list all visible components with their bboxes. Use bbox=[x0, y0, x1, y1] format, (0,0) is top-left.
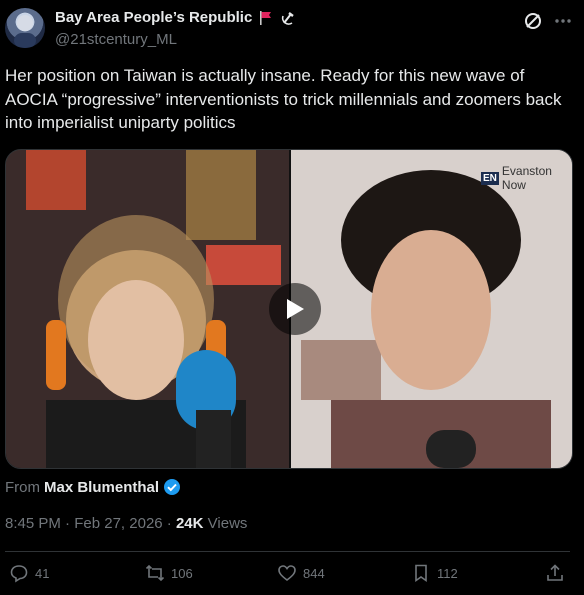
video-attribution: From Max Blumenthal bbox=[5, 478, 181, 496]
video-frame-right: EN Evanston Now bbox=[291, 150, 572, 468]
bookmark-button[interactable]: 112 bbox=[411, 563, 458, 583]
reply-button[interactable]: 41 bbox=[9, 563, 49, 583]
red-flag-icon bbox=[258, 10, 274, 26]
author-name-row: Bay Area People’s Republic bbox=[55, 9, 296, 26]
more-options-icon[interactable] bbox=[552, 10, 574, 32]
bookmark-icon bbox=[415, 564, 427, 583]
from-label: From bbox=[5, 478, 40, 496]
action-bar: 41 106 844 112 bbox=[0, 563, 584, 589]
hammer-sickle-icon bbox=[280, 10, 296, 26]
from-source-name[interactable]: Max Blumenthal bbox=[44, 479, 159, 496]
play-icon bbox=[287, 299, 304, 319]
meta-separator: · bbox=[65, 515, 71, 532]
evanston-now-badge: EN Evanston Now bbox=[481, 164, 572, 192]
reply-count: 41 bbox=[35, 565, 50, 581]
play-button[interactable] bbox=[269, 283, 321, 335]
grok-icon[interactable] bbox=[522, 10, 544, 32]
tweet-text: Her position on Taiwan is actually insan… bbox=[5, 66, 562, 132]
repost-button[interactable]: 106 bbox=[145, 563, 193, 583]
views-count: 24K bbox=[175, 515, 204, 532]
share-icon bbox=[547, 564, 563, 581]
divider bbox=[5, 551, 570, 552]
meta-separator: · bbox=[166, 515, 172, 532]
bookmark-count: 112 bbox=[437, 565, 458, 581]
avatar[interactable] bbox=[5, 8, 45, 48]
author-handle[interactable]: @21stcentury_ML bbox=[55, 31, 177, 48]
tweet-date[interactable]: Feb 27, 2026 bbox=[74, 515, 162, 532]
tweet: Bay Area People’s Republic @21stcentury_… bbox=[0, 0, 584, 595]
repost-count: 106 bbox=[171, 565, 193, 581]
tweet-metadata: 8:45 PM · Feb 27, 2026 · 24K Views bbox=[5, 515, 247, 532]
tweet-time[interactable]: 8:45 PM bbox=[5, 515, 61, 532]
like-button[interactable]: 844 bbox=[277, 563, 325, 583]
heart-icon bbox=[278, 565, 296, 582]
video-frame-left bbox=[6, 150, 289, 468]
author-display-name[interactable]: Bay Area People’s Republic bbox=[55, 9, 252, 26]
evanston-now-label: Evanston Now bbox=[501, 164, 552, 192]
reply-icon bbox=[10, 565, 28, 583]
views-label: Views bbox=[207, 515, 248, 532]
repost-icon bbox=[145, 564, 165, 582]
verified-badge-icon bbox=[163, 478, 181, 496]
like-count: 844 bbox=[303, 565, 325, 581]
video-media[interactable]: EN Evanston Now bbox=[5, 149, 573, 469]
evanston-now-logo: EN bbox=[481, 171, 499, 185]
share-button[interactable] bbox=[545, 563, 565, 583]
